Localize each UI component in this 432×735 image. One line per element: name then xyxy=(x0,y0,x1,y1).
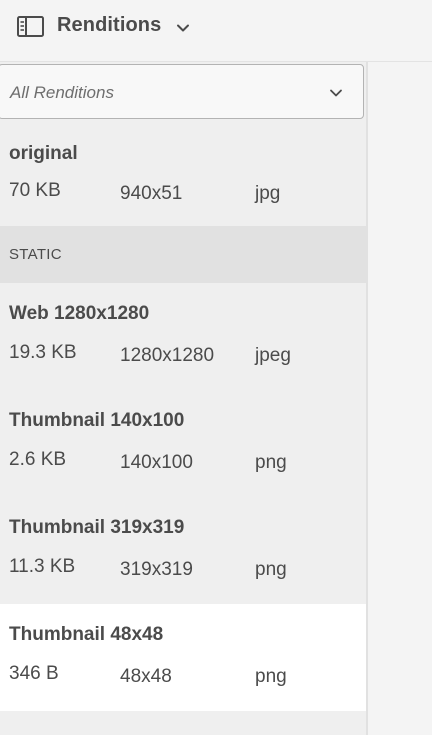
rendition-dimensions: 140x100 xyxy=(120,452,193,473)
rendition-name: Web 1280x1280 xyxy=(9,303,150,324)
rendition-size: 19.3 KB xyxy=(9,342,77,363)
rendition-dimensions: 1280x1280 xyxy=(120,345,215,366)
chevron-down-icon xyxy=(329,86,343,98)
rendition-format: jpg xyxy=(255,183,281,204)
rendition-dimensions: 940x51 xyxy=(120,183,183,204)
rendition-item[interactable]: Web 1280x1280 19.3 KB 1280x1280 jpeg xyxy=(0,283,366,390)
rendition-item-selected[interactable]: Thumbnail 48x48 346 B 48x48 png xyxy=(0,604,366,711)
rendition-item[interactable]: Thumbnail 319x319 11.3 KB 319x319 png xyxy=(0,497,366,604)
rendition-format: png xyxy=(255,666,287,687)
rendition-dimensions: 319x319 xyxy=(120,559,193,580)
rail-toggle-icon[interactable] xyxy=(17,16,45,38)
rendition-dimensions: 48x48 xyxy=(120,666,172,687)
rendition-format: png xyxy=(255,559,287,580)
renditions-panel: All Renditions original 70 KB 940x51 jpg… xyxy=(0,62,368,735)
top-bar: Renditions xyxy=(0,0,432,62)
chevron-down-icon[interactable] xyxy=(174,19,192,37)
rendition-size: 70 KB xyxy=(9,180,61,201)
renditions-filter-dropdown[interactable]: All Renditions xyxy=(0,64,364,119)
section-header-static: STATIC xyxy=(0,226,366,283)
filter-selected-value: All Renditions xyxy=(10,83,114,102)
rendition-name: Thumbnail 48x48 xyxy=(9,624,164,645)
rendition-format: png xyxy=(255,452,287,473)
rendition-name: Thumbnail 140x100 xyxy=(9,410,185,431)
section-label: STATIC xyxy=(9,246,62,263)
rendition-format: jpeg xyxy=(255,345,291,366)
rendition-item[interactable]: Thumbnail 140x100 2.6 KB 140x100 png xyxy=(0,390,366,497)
rendition-name: Thumbnail 319x319 xyxy=(9,517,185,538)
rendition-original[interactable]: original 70 KB 940x51 jpg xyxy=(0,119,366,226)
rendition-size: 346 B xyxy=(9,663,59,684)
rail-selector-title[interactable]: Renditions xyxy=(57,14,161,37)
rendition-size: 2.6 KB xyxy=(9,449,67,470)
rendition-name: original xyxy=(9,143,78,164)
rendition-size: 11.3 KB xyxy=(9,556,76,577)
